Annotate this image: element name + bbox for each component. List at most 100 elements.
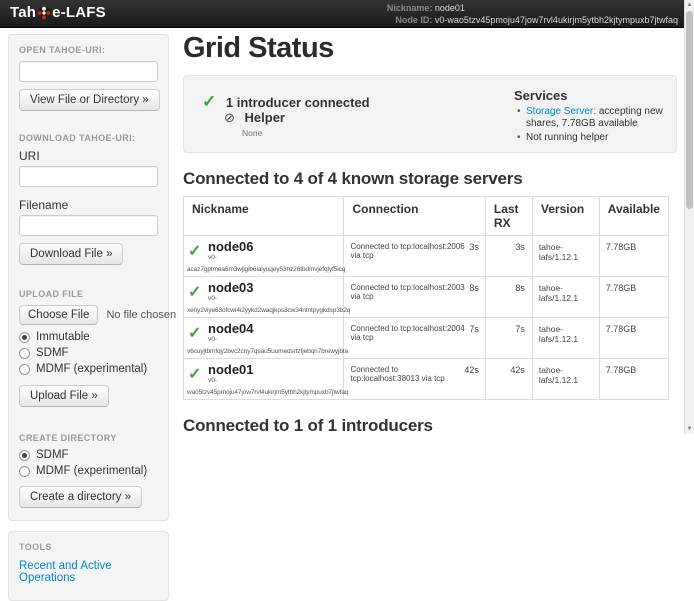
radio-button-checked-icon[interactable] [19, 332, 30, 343]
radio-label: SDMF [36, 347, 69, 359]
connected-duration: 3s [469, 242, 479, 252]
node-info: Nickname: node01 Node ID: v0-wao5tzv45pm… [384, 2, 678, 26]
radio-label: Immutable [36, 331, 90, 343]
service-item-helper: • Not running helper [526, 132, 674, 144]
last-rx-cell: 8s [485, 277, 532, 318]
create-directory-section: CREATE DIRECTORY SDMF MDMF (experimental… [19, 433, 158, 508]
available-cell: 7.78GB [599, 277, 668, 318]
tools-label: TOOLS [19, 542, 158, 552]
storage-server-link[interactable]: Storage Server: [526, 106, 596, 117]
col-header-connection: Connection [344, 197, 485, 236]
radio-label: MDMF (experimental) [36, 363, 147, 375]
radio-button-icon[interactable] [19, 348, 30, 359]
version-cell: tahoe-lafs/1.12.1 [532, 277, 599, 318]
helper-status: ⊘ Helper [224, 110, 285, 126]
connection-cell: 8s Connected to tcp:localhost:2003 via t… [344, 277, 485, 318]
storage-servers-table: Nickname Connection Last RX Version Avai… [183, 196, 669, 400]
node-id-value: v0-wao5tzv45pmoju47jow7rvl4ukirjm5ytbh2k… [435, 15, 678, 25]
node-id-label: Node ID: [384, 14, 432, 26]
upload-format-sdmf[interactable]: SDMF [19, 347, 158, 359]
node-id-prefix: v0- [208, 377, 339, 384]
open-uri-label: OPEN TAHOE-URI: [19, 45, 158, 55]
connection-text: Connected to tcp:localhost:2003 via tcp [350, 283, 464, 301]
upload-format-immutable[interactable]: Immutable [19, 331, 158, 343]
table-row: ✓ node06 v0- acaz7gptmea6m3wjlgib6ialyuq… [184, 236, 669, 277]
version-cell: tahoe-lafs/1.12.1 [532, 359, 599, 400]
sidebar-forms-panel: OPEN TAHOE-URI: View File or Directory »… [8, 34, 169, 521]
col-header-available: Available [599, 197, 668, 236]
mkdir-format-mdmf[interactable]: MDMF (experimental) [19, 465, 158, 477]
filename-input[interactable] [19, 215, 158, 236]
sidebar: OPEN TAHOE-URI: View File or Directory »… [0, 28, 176, 434]
connection-text: Connected to tcp:localhost:38013 via tcp [350, 365, 444, 383]
connected-duration: 42s [464, 365, 479, 375]
brand-text-post: e-LAFS [52, 4, 106, 21]
tahoe-lafs-logo[interactable]: Tahe-LAFS [10, 4, 106, 21]
tools-panel: TOOLS Recent and Active Operations [8, 531, 169, 601]
download-uri-label: DOWNLOAD TAHOE-URI: [19, 133, 158, 143]
radio-button-icon[interactable] [19, 466, 30, 477]
table-row: ✓ node04 v0- v6cuyjtbmfqy2bvc2cny7qsau5u… [184, 318, 669, 359]
scrollbar-thumb[interactable] [686, 11, 693, 209]
nickname-cell: ✓ node06 v0- acaz7gptmea6m3wjlgib6ialyuq… [184, 236, 344, 277]
choose-file-button[interactable]: Choose File [19, 305, 98, 325]
open-uri-section: OPEN TAHOE-URI: View File or Directory » [19, 45, 158, 111]
scroll-up-arrow-icon[interactable]: ▲ [685, 0, 694, 10]
create-directory-label: CREATE DIRECTORY [19, 433, 158, 443]
file-picker: Choose File No file chosen [19, 305, 158, 325]
connection-cell: 42s Connected to tcp:localhost:38013 via… [344, 359, 485, 400]
connection-cell: 7s Connected to tcp:localhost:2004 via t… [344, 318, 485, 359]
create-directory-button[interactable]: Create a directory » [19, 486, 142, 508]
nickname-cell: ✓ node04 v0- v6cuyjtbmfqy2bvc2cny7qsau5u… [184, 318, 344, 359]
available-cell: 7.78GB [599, 318, 668, 359]
radio-label: MDMF (experimental) [36, 465, 147, 477]
connected-duration: 8s [469, 283, 479, 293]
connection-cell: 3s Connected to tcp:localhost:2006 via t… [344, 236, 485, 277]
storage-table-header-row: Nickname Connection Last RX Version Avai… [184, 197, 669, 236]
node-nickname: node04 [208, 322, 339, 336]
check-icon: ✓ [188, 282, 201, 302]
node-id-hash: wao5tzv45pmoju47jow7rvl4ukirjm5ytbh2kjty… [187, 389, 355, 396]
status-summary-well: ✓ 1 introducer connected ⊘ Helper None S… [183, 75, 677, 153]
upload-file-button[interactable]: Upload File » [19, 385, 109, 407]
services-panel: Services • Storage Server: accepting new… [514, 88, 674, 146]
storage-servers-heading: Connected to 4 of 4 known storage server… [183, 169, 685, 189]
introducers-heading: Connected to 1 of 1 introducers [183, 416, 685, 434]
node-id-prefix: v0- [208, 295, 339, 302]
col-header-version: Version [532, 197, 599, 236]
version-cell: tahoe-lafs/1.12.1 [532, 236, 599, 277]
vertical-scrollbar[interactable]: ▲ ▼ [684, 0, 694, 434]
radio-button-icon[interactable] [19, 364, 30, 375]
last-rx-cell: 3s [485, 236, 532, 277]
no-file-chosen-text: No file chosen [106, 309, 176, 321]
upload-file-label: UPLOAD FILE [19, 289, 158, 299]
node-id-row: Node ID: v0-wao5tzv45pmoju47jow7rvl4ukir… [384, 14, 678, 26]
main-content: Grid Status ✓ 1 introducer connected ⊘ H… [176, 28, 685, 434]
connected-duration: 7s [469, 324, 479, 334]
node-nickname: node01 [208, 363, 339, 377]
radio-button-checked-icon[interactable] [19, 450, 30, 461]
check-icon: ✓ [188, 241, 201, 261]
scroll-down-arrow-icon[interactable]: ▼ [685, 424, 694, 434]
mkdir-format-sdmf[interactable]: SDMF [19, 449, 158, 461]
node-id-prefix: v0- [208, 254, 339, 261]
last-rx-cell: 7s [485, 318, 532, 359]
introducer-status: ✓ 1 introducer connected [202, 92, 370, 112]
recent-operations-link[interactable]: Recent and Active Operations [19, 560, 158, 584]
col-header-nickname: Nickname [184, 197, 344, 236]
view-file-button[interactable]: View File or Directory » [19, 89, 160, 111]
no-helper-icon: ⊘ [224, 110, 235, 125]
nickname-row: Nickname: node01 [384, 2, 678, 14]
not-running-helper-text: Not running helper [526, 132, 608, 143]
node-id-hash: v6cuyjtbmfqy2bvc2cny7qsau5uumedsrtzfjebq… [187, 348, 355, 355]
available-cell: 7.78GB [599, 236, 668, 277]
upload-format-mdmf[interactable]: MDMF (experimental) [19, 363, 158, 375]
open-uri-input[interactable] [19, 61, 158, 82]
node-id-prefix: v0- [208, 336, 339, 343]
page-title: Grid Status [183, 32, 685, 65]
col-header-last-rx: Last RX [485, 197, 532, 236]
nickname-label: Nickname: [384, 2, 432, 14]
download-uri-input[interactable] [19, 166, 158, 187]
last-rx-cell: 42s [485, 359, 532, 400]
download-file-button[interactable]: Download File » [19, 243, 123, 265]
